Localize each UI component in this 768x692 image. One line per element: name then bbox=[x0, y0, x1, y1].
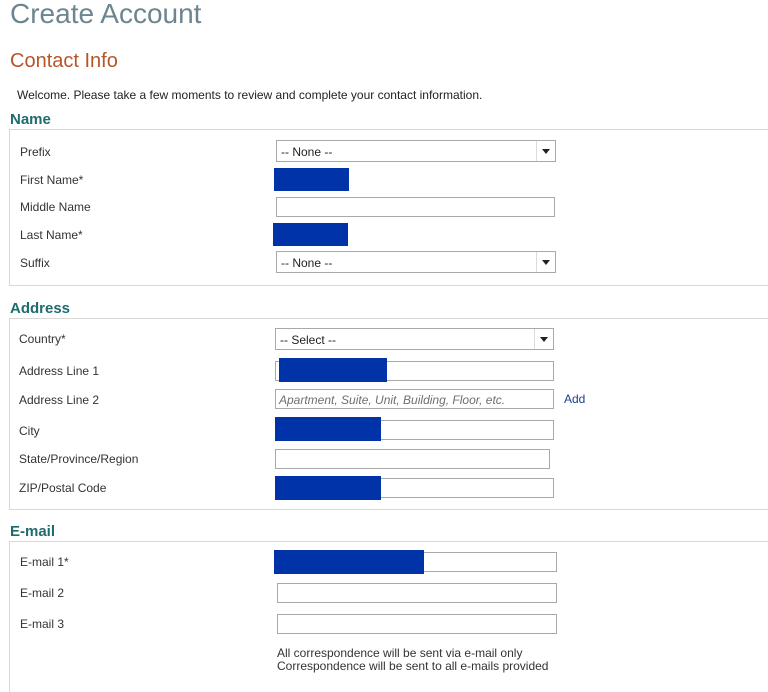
email3-input[interactable] bbox=[277, 614, 557, 634]
last-name-label: Last Name* bbox=[20, 228, 83, 242]
suffix-label: Suffix bbox=[20, 256, 50, 270]
prefix-label: Prefix bbox=[20, 145, 51, 159]
prefix-select[interactable]: -- None -- bbox=[276, 140, 556, 162]
zip-label: ZIP/Postal Code bbox=[19, 481, 107, 495]
first-name-label: First Name* bbox=[20, 173, 84, 187]
chevron-down-icon bbox=[536, 141, 555, 161]
intro-text: Welcome. Please take a few moments to re… bbox=[17, 88, 483, 102]
city-redaction bbox=[275, 417, 381, 441]
zip-redaction bbox=[275, 476, 381, 500]
chevron-down-icon bbox=[534, 329, 553, 349]
first-name-input-redacted[interactable] bbox=[274, 168, 349, 191]
name-section-heading: Name bbox=[10, 111, 51, 128]
suffix-select-value: -- None -- bbox=[281, 256, 333, 270]
state-label: State/Province/Region bbox=[19, 452, 139, 466]
email2-label: E-mail 2 bbox=[20, 586, 65, 600]
suffix-select[interactable]: -- None -- bbox=[276, 251, 556, 273]
country-label: Country* bbox=[19, 332, 66, 346]
address-line2-placeholder: Apartment, Suite, Unit, Building, Floor,… bbox=[279, 393, 506, 407]
address-line1-label: Address Line 1 bbox=[19, 364, 100, 378]
prefix-select-value: -- None -- bbox=[281, 145, 333, 159]
chevron-down-icon bbox=[536, 252, 555, 272]
last-name-input-redacted[interactable] bbox=[273, 223, 348, 246]
state-input[interactable] bbox=[275, 449, 550, 469]
add-address-line-link[interactable]: Add bbox=[564, 392, 585, 406]
middle-name-input[interactable] bbox=[276, 197, 555, 217]
country-select[interactable]: -- Select -- bbox=[275, 328, 554, 350]
email3-label: E-mail 3 bbox=[20, 617, 65, 631]
page-title: Create Account bbox=[10, 0, 202, 29]
address-line2-label: Address Line 2 bbox=[19, 393, 100, 407]
email2-input[interactable] bbox=[277, 583, 557, 603]
address-line2-input[interactable]: Apartment, Suite, Unit, Building, Floor,… bbox=[275, 389, 554, 409]
city-label: City bbox=[19, 424, 40, 438]
email-note-line2: Correspondence will be sent to all e-mai… bbox=[277, 659, 549, 673]
section-subtitle: Contact Info bbox=[10, 50, 118, 72]
address-section-heading: Address bbox=[10, 300, 71, 317]
address-line1-redaction bbox=[279, 358, 387, 382]
email-section-heading: E-mail bbox=[10, 523, 56, 540]
email1-redaction bbox=[274, 550, 424, 574]
country-select-value: -- Select -- bbox=[280, 333, 337, 347]
email1-label: E-mail 1* bbox=[20, 555, 69, 569]
middle-name-label: Middle Name bbox=[20, 200, 91, 214]
